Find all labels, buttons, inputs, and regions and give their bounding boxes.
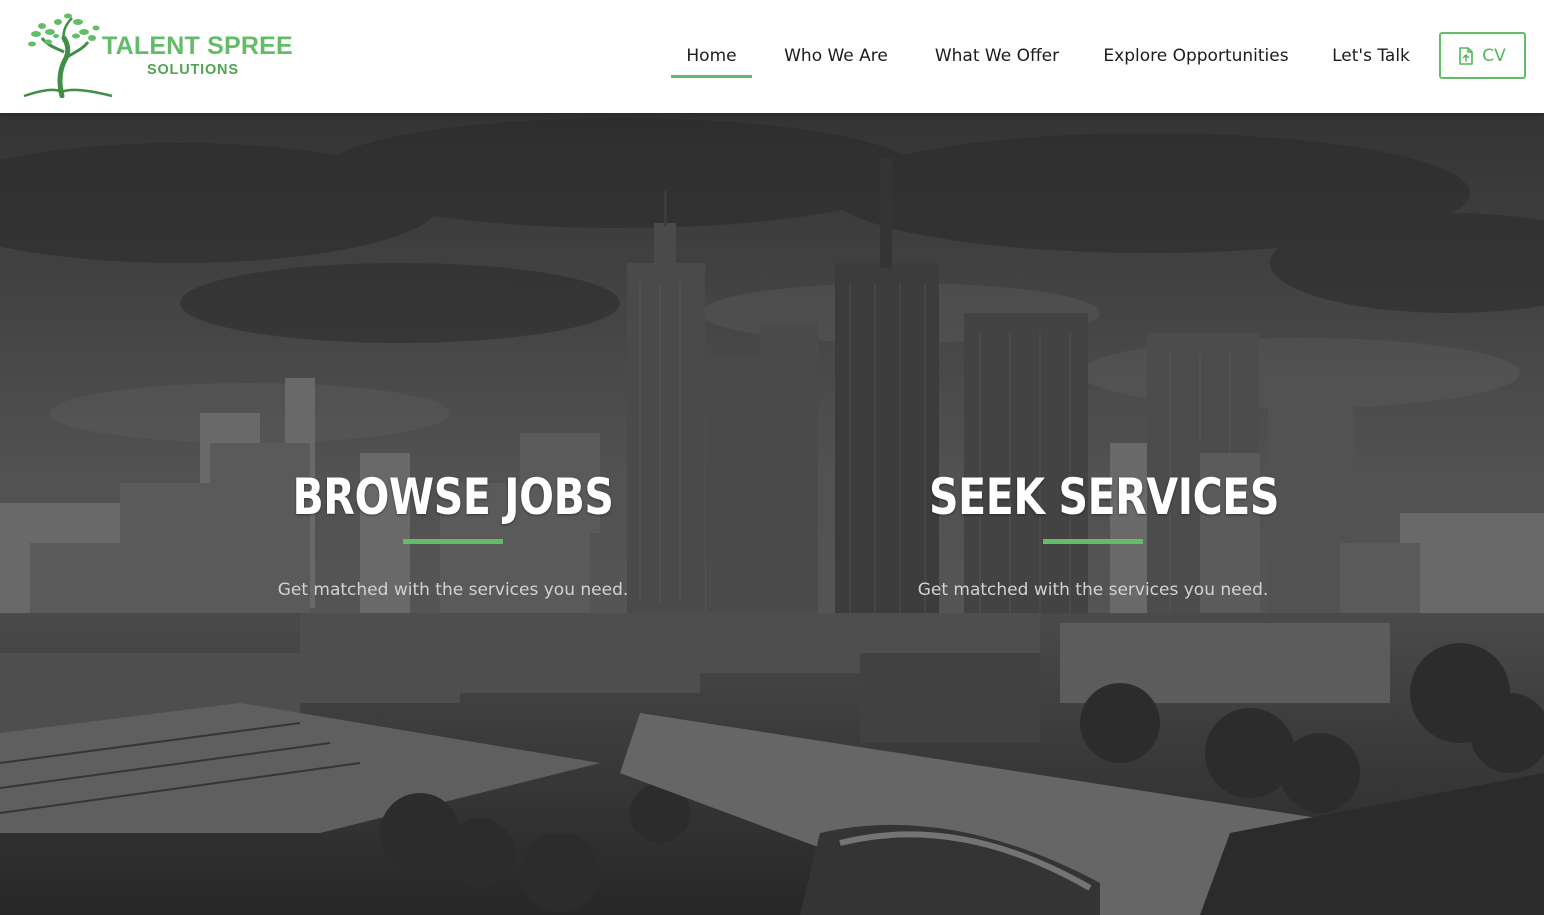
hero-dark-overlay: [0, 113, 1544, 915]
site-header: TALENT SPREE SOLUTIONS Home Who We Are W…: [0, 0, 1544, 113]
brand-tagline: SOLUTIONS: [147, 62, 239, 78]
seek-services-description: Get matched with the services you need.: [917, 580, 1269, 600]
cv-button-label: CV: [1482, 45, 1506, 66]
seek-services-underline: [1043, 539, 1143, 544]
nav-home[interactable]: Home: [671, 38, 752, 78]
seek-services-title[interactable]: SEEK SERVICES: [929, 468, 1279, 526]
browse-jobs-underline: [403, 539, 503, 544]
browse-jobs-description: Get matched with the services you need.: [277, 580, 629, 600]
nav-explore-opportunities[interactable]: Explore Opportunities: [1100, 38, 1292, 78]
browse-jobs-title[interactable]: BROWSE JOBS: [289, 468, 617, 526]
brand-logo[interactable]: TALENT SPREE SOLUTIONS: [22, 12, 293, 98]
brand-name: TALENT SPREE: [102, 32, 293, 60]
tree-logo-icon: [23, 13, 113, 98]
seek-services-card[interactable]: SEEK SERVICES Get matched with the servi…: [893, 468, 1293, 600]
file-upload-icon: [1459, 46, 1474, 65]
nav-who-we-are[interactable]: Who We Are: [778, 38, 894, 78]
hero-section: BROWSE JOBS Get matched with the service…: [0, 113, 1544, 915]
nav-lets-talk[interactable]: Let's Talk: [1328, 38, 1414, 78]
browse-jobs-card[interactable]: BROWSE JOBS Get matched with the service…: [253, 468, 653, 600]
nav-what-we-offer[interactable]: What We Offer: [930, 38, 1064, 78]
cv-upload-button[interactable]: CV: [1439, 32, 1526, 79]
